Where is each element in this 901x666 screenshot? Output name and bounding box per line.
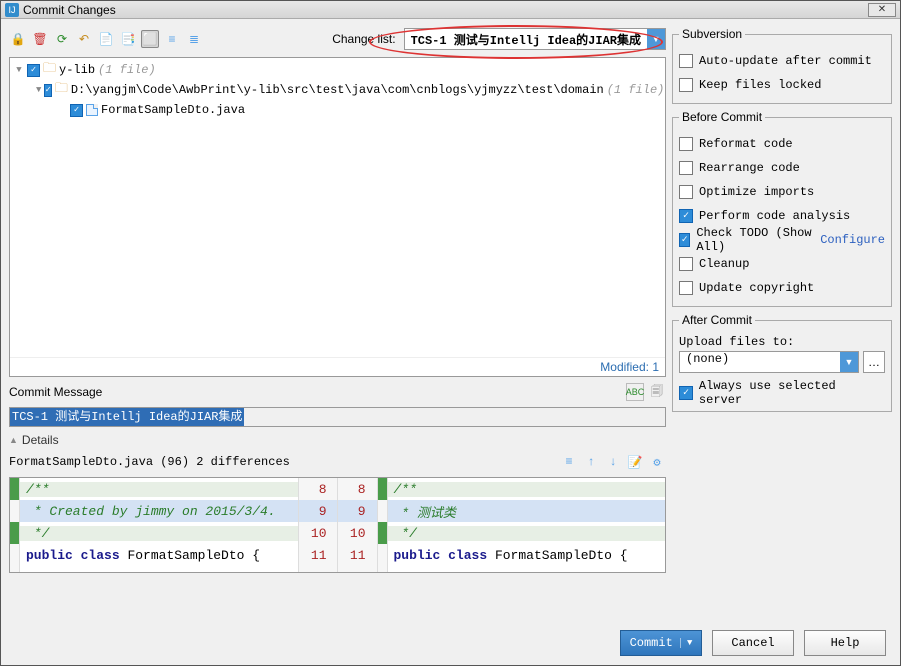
tree-root-label: y-lib <box>59 63 95 77</box>
cleanup-checkbox[interactable]: Cleanup <box>679 252 885 276</box>
folder-icon: 🗀 <box>55 79 68 101</box>
toggle-icon[interactable]: ▼ <box>14 65 24 75</box>
cancel-button[interactable]: Cancel <box>712 630 794 656</box>
after-commit-group: After Commit Upload files to: (none) ▼ …… <box>672 313 892 412</box>
dialog-footer: Commit ▼ Cancel Help <box>1 621 900 665</box>
diff-down-icon[interactable]: ↓ <box>604 453 622 471</box>
configure-link[interactable]: Configure <box>820 233 885 247</box>
group-icon[interactable]: ⬜ <box>141 30 159 48</box>
diff-left[interactable]: /** * Created by jimmy on 2015/3/4. */ p… <box>20 478 298 572</box>
titlebar: IJ Commit Changes ✕ <box>1 1 900 19</box>
commit-message-label: Commit Message <box>9 385 102 399</box>
optimize-checkbox[interactable]: Optimize imports <box>679 180 885 204</box>
toggle-icon[interactable]: ▼ <box>36 85 41 95</box>
refresh-icon[interactable]: ⟳ <box>53 30 71 48</box>
checkbox-icon[interactable]: ✓ <box>44 84 51 97</box>
upload-browse-button[interactable]: … <box>863 351 885 373</box>
reformat-checkbox[interactable]: Reformat code <box>679 132 885 156</box>
checkbox-icon[interactable]: ✓ <box>27 64 40 77</box>
gear-icon[interactable]: ⚙ <box>648 453 666 471</box>
commit-message-input[interactable]: TCS-1 测试与Intellj Idea的JIAR集成 <box>9 407 666 427</box>
tree-row[interactable]: ✓ FormatSampleDto.java <box>14 100 661 120</box>
before-commit-legend: Before Commit <box>679 110 765 124</box>
after-commit-legend: After Commit <box>679 313 755 327</box>
commit-message-value: TCS-1 测试与Intellj Idea的JIAR集成 <box>10 408 244 426</box>
file-icon <box>86 104 98 116</box>
tree-summary: Modified: 1 <box>10 357 665 376</box>
help-button[interactable]: Help <box>804 630 886 656</box>
tree-path-label: D:\yangjm\Code\AwbPrint\y-lib\src\test\j… <box>71 83 604 97</box>
tree-root-count: (1 file) <box>98 63 156 77</box>
diff-icon[interactable]: 📑 <box>119 30 137 48</box>
change-tree: ▼ ✓ 🗀 y-lib (1 file) ▼ ✓ 🗀 D:\yangjm\Cod… <box>9 57 666 377</box>
chevron-down-icon: ▼ <box>680 638 692 648</box>
always-server-checkbox[interactable]: ✓Always use selected server <box>679 381 885 405</box>
tree-path-count: (1 file) <box>607 83 665 97</box>
copyright-checkbox[interactable]: Update copyright <box>679 276 885 300</box>
chevron-down-icon: ▼ <box>840 352 858 372</box>
file-toolbar: 🔒 🗑 ⟳ ↶ 📄 📑 ⬜ ≡ ≣ Change list: TCS-1 测试与… <box>9 27 666 51</box>
change-list-value: TCS-1 测试与Intellj Idea的JIAR集成 <box>405 31 647 48</box>
diff-right-gutter: 8 9 10 11 <box>338 478 378 572</box>
folder-icon: 🗀 <box>43 59 56 81</box>
commit-button[interactable]: Commit ▼ <box>620 630 702 656</box>
todo-checkbox[interactable]: ✓Check TODO (Show All) Configure <box>679 228 885 252</box>
diff-left-gutter: 8 9 10 11 <box>298 478 338 572</box>
diff-panel: /** * Created by jimmy on 2015/3/4. */ p… <box>9 477 666 573</box>
window-title: Commit Changes <box>23 3 116 17</box>
upload-label: Upload files to: <box>679 335 885 349</box>
subversion-legend: Subversion <box>679 27 745 41</box>
app-icon: IJ <box>5 3 19 17</box>
analysis-checkbox[interactable]: ✓Perform code analysis <box>679 204 885 228</box>
tree-file-label: FormatSampleDto.java <box>101 103 245 117</box>
subversion-group: Subversion Auto-update after commit Keep… <box>672 27 892 104</box>
collapse-icon[interactable]: ≣ <box>185 30 203 48</box>
lock-icon[interactable]: 🔒 <box>9 30 27 48</box>
diff-file-summary: FormatSampleDto.java (96) 2 differences <box>9 455 290 469</box>
chevron-down-icon: ▼ <box>647 29 665 49</box>
revert-icon[interactable]: ↶ <box>75 30 93 48</box>
tree-row[interactable]: ▼ ✓ 🗀 y-lib (1 file) <box>14 60 661 80</box>
change-list-dropdown[interactable]: TCS-1 测试与Intellj Idea的JIAR集成 ▼ <box>404 28 666 50</box>
close-icon[interactable]: ✕ <box>868 3 896 17</box>
diff-list-icon[interactable]: ≡ <box>560 453 578 471</box>
history-icon[interactable]: 🗐 <box>648 383 666 401</box>
auto-update-checkbox[interactable]: Auto-update after commit <box>679 49 885 73</box>
tree-row[interactable]: ▼ ✓ 🗀 D:\yangjm\Code\AwbPrint\y-lib\src\… <box>14 80 661 100</box>
expand-icon[interactable]: ≡ <box>163 30 181 48</box>
delete-icon[interactable]: 🗑 <box>31 30 49 48</box>
keep-locked-checkbox[interactable]: Keep files locked <box>679 73 885 97</box>
spellcheck-icon[interactable]: ABC <box>626 383 644 401</box>
change-list-label: Change list: <box>332 32 395 46</box>
diff-right[interactable]: /** * 测试类 */ public class FormatSampleDt… <box>388 478 666 572</box>
diff-edit-icon[interactable]: 📝 <box>626 453 644 471</box>
chevron-up-icon: ▲ <box>9 435 18 445</box>
before-commit-group: Before Commit Reformat code Rearrange co… <box>672 110 892 307</box>
move-icon[interactable]: 📄 <box>97 30 115 48</box>
diff-up-icon[interactable]: ↑ <box>582 453 600 471</box>
upload-dropdown[interactable]: (none) ▼ <box>679 351 859 373</box>
checkbox-icon[interactable]: ✓ <box>70 104 83 117</box>
details-toggle[interactable]: ▲ Details <box>9 433 666 447</box>
rearrange-checkbox[interactable]: Rearrange code <box>679 156 885 180</box>
